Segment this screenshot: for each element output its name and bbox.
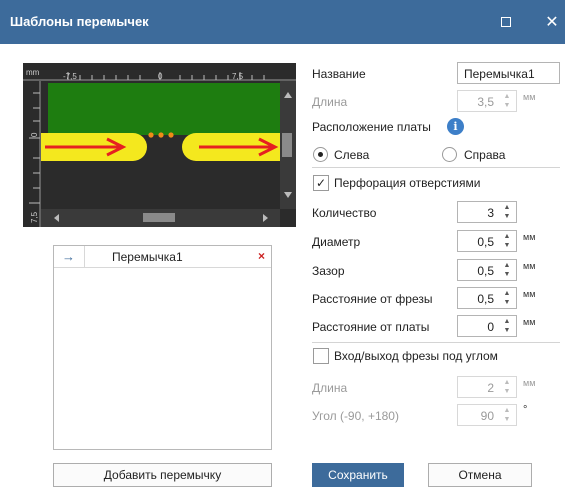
board-distance-unit: мм: [523, 317, 536, 327]
angle-unit: °: [523, 404, 528, 416]
perforation-hole: [158, 132, 164, 138]
board-position-label: Расположение платы: [312, 120, 431, 134]
angle-label: Угол (-90, +180): [312, 409, 399, 423]
ruler-y-tick: 0: [30, 132, 39, 137]
ruler-unit: mm: [26, 68, 40, 77]
length-unit: мм: [523, 92, 536, 102]
diameter-label: Диаметр: [312, 235, 361, 249]
perforation-hole: [168, 132, 174, 138]
spinner-icon[interactable]: ▲ ▼: [502, 378, 512, 396]
delete-icon[interactable]: ×: [258, 249, 265, 263]
add-jumper-button[interactable]: Добавить перемычку: [53, 463, 272, 487]
left-ruler-ticks: [29, 92, 40, 204]
diameter-field[interactable]: 0,5 ▲ ▼: [457, 230, 517, 252]
spinner-icon[interactable]: ▲ ▼: [502, 406, 512, 424]
angled-length-field[interactable]: 2 ▲ ▼: [457, 376, 517, 398]
spinner-icon[interactable]: ▲ ▼: [502, 203, 512, 221]
ruler-x-tick: -7,5: [63, 72, 77, 81]
column-divider: [84, 246, 85, 268]
horizontal-scroll-thumb[interactable]: [143, 213, 175, 222]
arrow-right-icon: →: [62, 249, 75, 264]
perforation-hole: [148, 132, 154, 138]
angled-length-value: 2: [487, 381, 494, 395]
diameter-value: 0,5: [477, 235, 494, 249]
mill-distance-field[interactable]: 0,5 ▲ ▼: [457, 287, 517, 309]
jumper-name: Перемычка1: [112, 250, 183, 264]
mill-distance-unit: мм: [523, 289, 536, 299]
angle-field[interactable]: 90 ▲ ▼: [457, 404, 517, 426]
name-field[interactable]: Перемычка1: [457, 62, 560, 84]
radio-right[interactable]: [442, 147, 457, 162]
perforation-checkbox[interactable]: ✓: [313, 175, 329, 191]
radio-right-label[interactable]: Справа: [464, 148, 505, 162]
ruler-y-tick: 7,5: [30, 211, 39, 223]
jumper-list: → Перемычка1 ×: [53, 245, 272, 450]
diameter-unit: мм: [523, 232, 536, 242]
board-distance-label: Расстояние от платы: [312, 320, 430, 334]
name-label: Название: [312, 67, 366, 81]
divider: [312, 167, 560, 168]
count-field[interactable]: 3 ▲ ▼: [457, 201, 517, 223]
length-field[interactable]: 3,5 ▲ ▼: [457, 90, 517, 112]
angled-length-label: Длина: [312, 381, 348, 395]
ruler-x-tick: 7,5: [232, 72, 244, 81]
count-value: 3: [487, 206, 494, 220]
mill-distance-value: 0,5: [477, 292, 494, 306]
board-distance-value: 0: [487, 320, 494, 334]
list-item[interactable]: → Перемычка1 ×: [54, 246, 271, 268]
jumper-preview: mm -7,5 0 7,5 0 7,5: [23, 63, 296, 227]
ruler-x-tick: 0: [158, 72, 163, 81]
close-icon[interactable]: ✕: [540, 10, 564, 34]
divider: [312, 342, 560, 343]
board-distance-field[interactable]: 0 ▲ ▼: [457, 315, 517, 337]
save-button[interactable]: Сохранить: [312, 463, 404, 487]
spinner-icon[interactable]: ▲ ▼: [502, 261, 512, 279]
perforation-label[interactable]: Перфорация отверстиями: [334, 176, 480, 190]
angled-checkbox[interactable]: [313, 348, 329, 364]
maximize-icon[interactable]: [494, 10, 518, 34]
angled-length-unit: мм: [523, 378, 536, 388]
gap-label: Зазор: [312, 264, 345, 278]
radio-left[interactable]: [313, 147, 328, 162]
preview-canvas: mm -7,5 0 7,5 0 7,5: [23, 63, 296, 227]
gap-unit: мм: [523, 261, 536, 271]
gap-field[interactable]: 0,5 ▲ ▼: [457, 259, 517, 281]
spinner-icon[interactable]: ▲ ▼: [502, 317, 512, 335]
gap-value: 0,5: [477, 264, 494, 278]
length-label: Длина: [312, 95, 348, 109]
spinner-icon[interactable]: ▲ ▼: [502, 232, 512, 250]
angle-value: 90: [480, 409, 494, 423]
board-area: [48, 83, 280, 135]
vertical-scroll-thumb[interactable]: [282, 133, 292, 157]
spinner-icon[interactable]: ▲ ▼: [502, 289, 512, 307]
cancel-button[interactable]: Отмена: [428, 463, 532, 487]
title-bar: Шаблоны перемычек ✕: [0, 0, 565, 44]
count-label: Количество: [312, 206, 377, 220]
length-value: 3,5: [477, 95, 494, 109]
angled-label[interactable]: Вход/выход фрезы под углом: [334, 349, 498, 363]
name-value: Перемычка1: [464, 67, 535, 81]
mill-distance-label: Расстояние от фрезы: [312, 292, 433, 306]
radio-left-label[interactable]: Слева: [334, 148, 369, 162]
info-icon[interactable]: i: [447, 118, 464, 135]
window-title: Шаблоны перемычек: [10, 14, 149, 29]
spinner-icon[interactable]: ▲ ▼: [502, 92, 512, 110]
